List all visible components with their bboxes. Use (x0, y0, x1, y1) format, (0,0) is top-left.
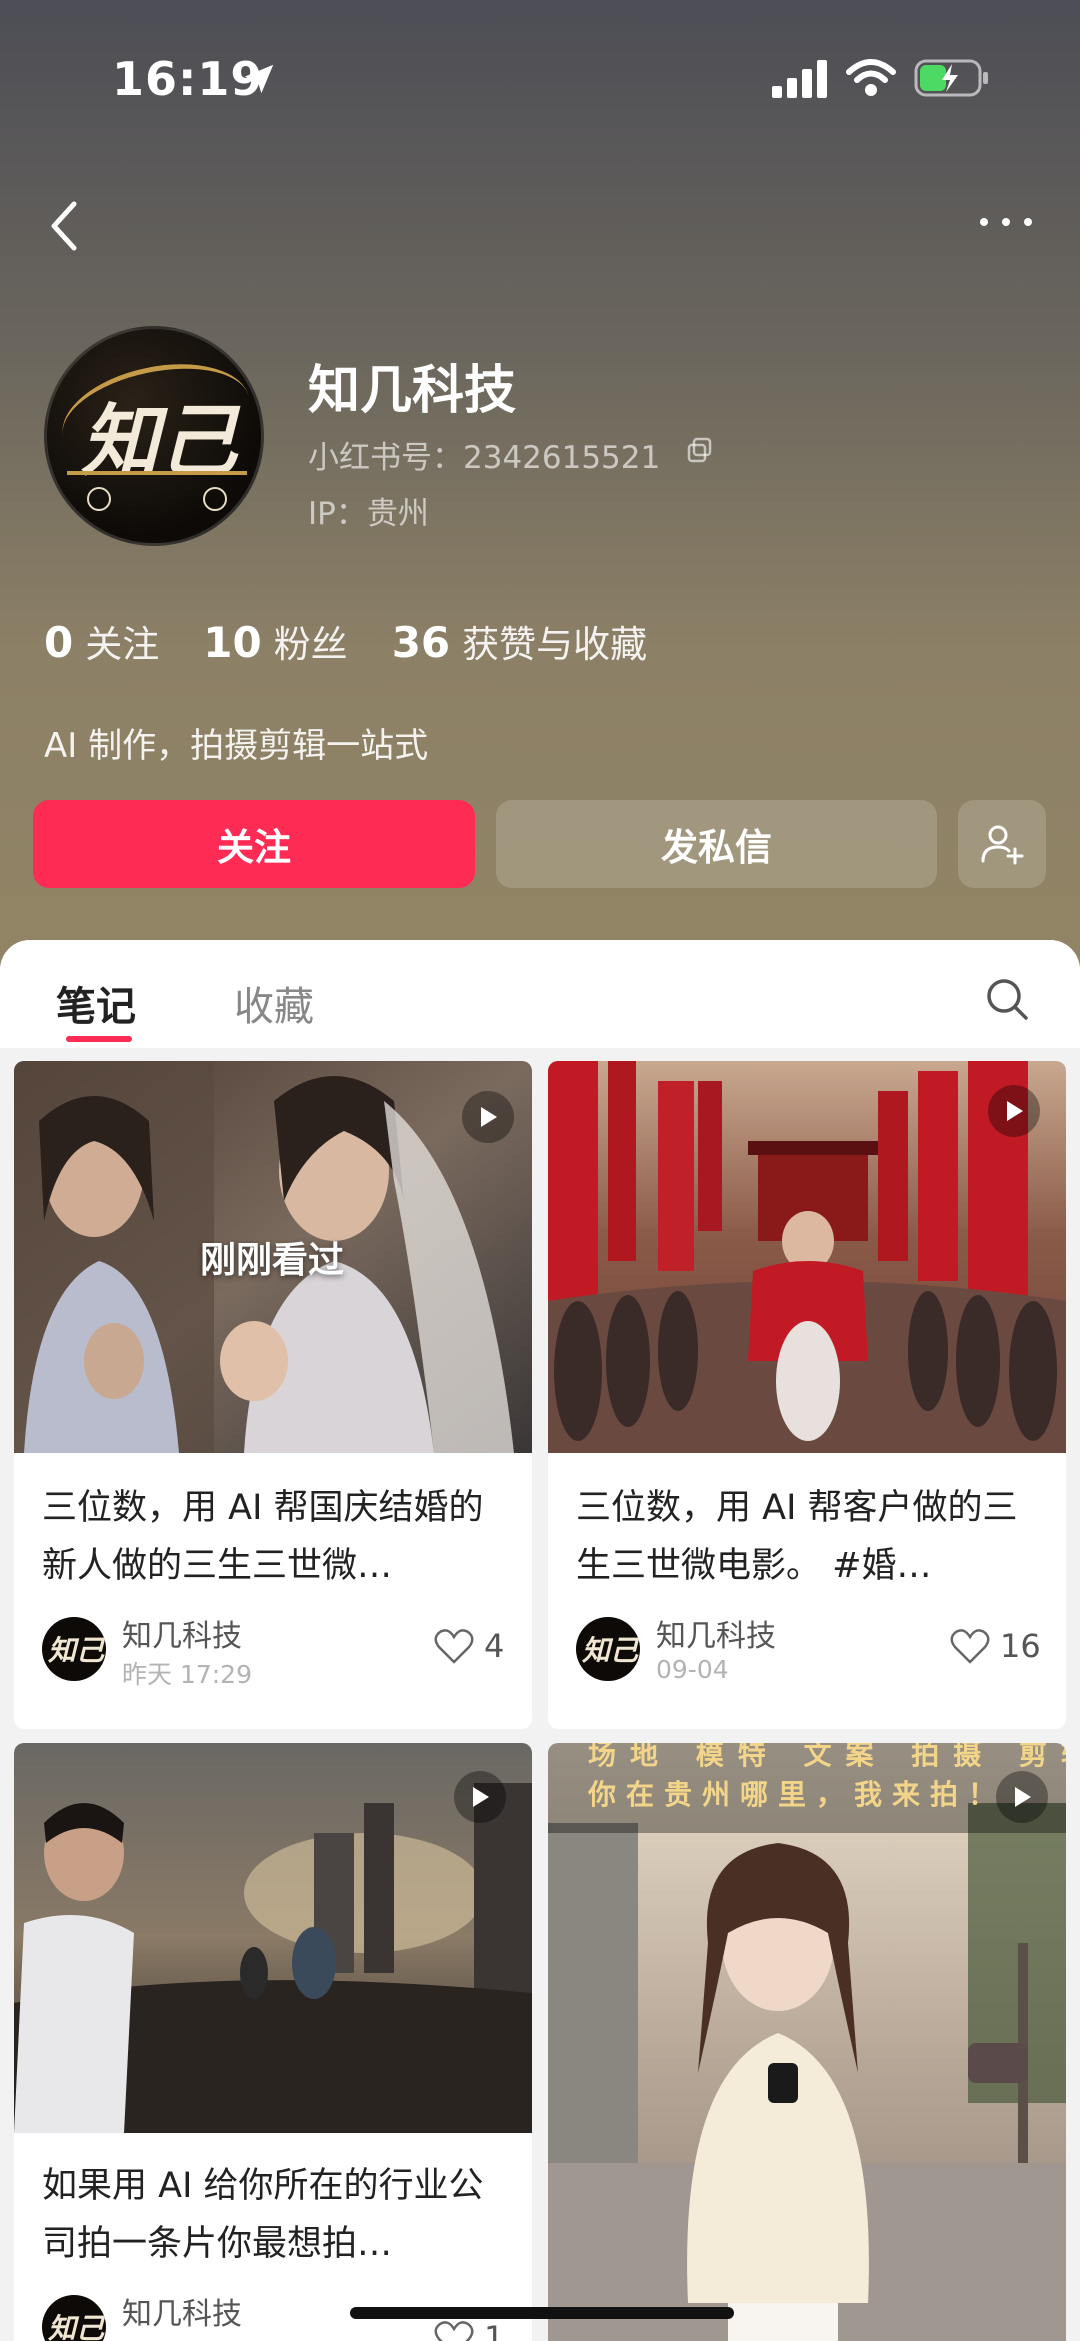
tab-collect[interactable]: 收藏 (234, 974, 314, 1032)
content-tabs: 笔记 收藏 (0, 940, 1080, 1048)
note-cover-image (548, 1743, 1066, 2341)
location-arrow-icon (244, 64, 274, 94)
stat-following[interactable]: 0 关注 (44, 614, 159, 668)
stat-followers[interactable]: 10 粉丝 (203, 614, 347, 668)
note-date: 09-04 (656, 1655, 729, 1684)
author-avatar[interactable]: 知己 (42, 2295, 106, 2341)
avatar-logo-badges (87, 487, 227, 527)
wifi-icon (846, 59, 896, 96)
author-avatar-logo: 知己 (48, 2312, 105, 2341)
video-play-icon (454, 1771, 506, 1823)
heart-icon[interactable] (950, 1629, 990, 1665)
video-play-icon (988, 1085, 1040, 1137)
home-indicator[interactable] (350, 2307, 734, 2319)
video-play-icon (462, 1091, 514, 1143)
add-user-icon (981, 825, 1024, 865)
message-button[interactable]: 发私信 (496, 800, 937, 888)
tab-active-indicator (66, 1036, 132, 1042)
author-name: 知几科技 (122, 1619, 242, 1654)
profile-name: 知几科技 (308, 361, 517, 421)
profile-id: 小红书号：2342615521 (308, 440, 661, 476)
stat-likes-label: 获赞与收藏 (462, 623, 648, 666)
stat-likes-count: 36 (391, 618, 451, 667)
note-title: 如果用 AI 给你所在的行业公司拍一条片你最想拍… (42, 2166, 484, 2264)
content-sheet: 笔记 收藏 刚刚看过 三位数，用 AI 帮国庆结婚的新人做的三生三世微… 知己 … (0, 940, 1080, 2341)
note-card[interactable]: 三位数，用 AI 帮客户做的三生三世微电影。 #婚… 知己 知几科技 09-04… (548, 1061, 1066, 1729)
note-card[interactable]: 场地 模特 文案 拍摄 剪辑 你在贵州哪里，我来拍！ (548, 1743, 1066, 2341)
back-icon[interactable] (44, 196, 84, 256)
stat-following-label: 关注 (85, 623, 160, 666)
note-card[interactable]: 刚刚看过 三位数，用 AI 帮国庆结婚的新人做的三生三世微… 知己 知几科技 昨… (14, 1061, 532, 1729)
like-count: 1 (484, 2319, 505, 2341)
profile-bio: AI 制作，拍摄剪辑一站式 (44, 726, 429, 766)
add-friend-button[interactable] (958, 800, 1046, 888)
author-avatar-logo: 知己 (582, 1634, 639, 1667)
author-name: 知几科技 (656, 1619, 776, 1654)
cover-banner-line1: 场地 模特 文案 拍摄 剪辑 (588, 1743, 1066, 1771)
battery-charging-icon (914, 59, 988, 97)
note-card[interactable]: 如果用 AI 给你所在的行业公司拍一条片你最想拍… 知己 知几科技 1 (14, 1743, 532, 2341)
note-title: 三位数，用 AI 帮国庆结婚的新人做的三生三世微… (42, 1488, 484, 1586)
follow-button[interactable]: 关注 (33, 800, 475, 888)
stat-following-count: 0 (44, 618, 74, 667)
more-options-icon[interactable] (976, 210, 1036, 234)
like-count: 16 (1000, 1627, 1041, 1665)
cellular-signal-icon (772, 60, 827, 98)
tab-notes[interactable]: 笔记 (56, 974, 136, 1032)
avatar-logo-divider (67, 471, 247, 475)
status-bar: 16:19 (0, 0, 1080, 150)
video-play-icon (996, 1771, 1048, 1823)
stat-followers-count: 10 (203, 618, 262, 667)
author-avatar[interactable]: 知己 (576, 1617, 640, 1681)
recently-viewed-label: 刚刚看过 (200, 1240, 345, 1281)
author-avatar[interactable]: 知己 (42, 1617, 106, 1681)
author-name: 知几科技 (122, 2297, 242, 2332)
author-avatar-logo: 知己 (48, 1634, 105, 1667)
like-count: 4 (484, 1627, 505, 1665)
profile-ip: IP：贵州 (308, 496, 429, 532)
heart-icon[interactable] (434, 2321, 474, 2341)
note-title: 三位数，用 AI 帮客户做的三生三世微电影。 #婚… (576, 1488, 1018, 1586)
profile-avatar[interactable]: 知己 (44, 326, 264, 546)
note-cover-image (548, 1061, 1066, 1453)
heart-icon[interactable] (434, 1629, 474, 1665)
note-date: 昨天 17:29 (122, 1660, 252, 1689)
copy-icon[interactable] (686, 436, 714, 464)
stat-likes[interactable]: 36 获赞与收藏 (392, 614, 647, 668)
search-icon[interactable] (984, 976, 1030, 1022)
stat-followers-label: 粉丝 (273, 623, 348, 666)
cover-banner-line2: 你在贵州哪里，我来拍！ (588, 1778, 1007, 1811)
profile-stats: 0 关注 10 粉丝 36 获赞与收藏 (44, 614, 691, 668)
